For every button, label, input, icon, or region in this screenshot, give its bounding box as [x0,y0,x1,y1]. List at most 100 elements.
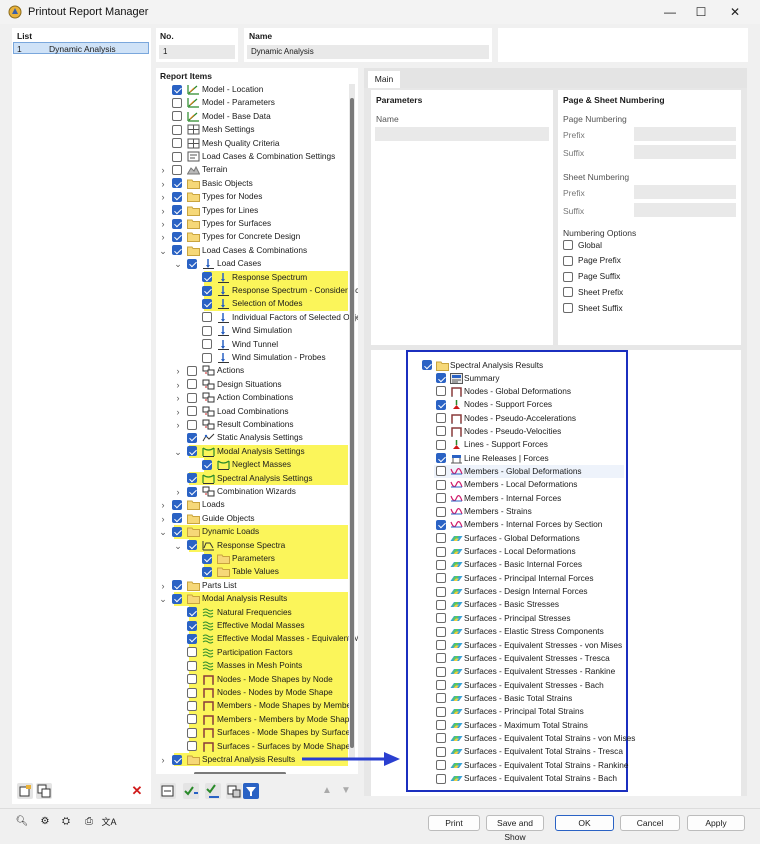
spectral-result-checkbox[interactable] [436,426,446,437]
tree-item-checkbox[interactable] [187,714,197,725]
tree-item-checkbox[interactable] [172,231,182,242]
tree-item-checkbox[interactable] [172,111,182,122]
spectral-result-checkbox[interactable] [436,399,446,410]
spectral-result-item[interactable]: Surfaces - Principal Internal Forces [408,572,623,585]
tree-item-checkbox[interactable] [202,298,212,309]
spectral-result-item[interactable]: Surfaces - Equivalent Stresses - von Mis… [408,639,623,652]
expand-chevron-icon[interactable]: › [173,380,183,390]
spectral-result-item[interactable]: Surfaces - Design Internal Forces [408,585,623,598]
tree-item[interactable]: › Load Combinations [156,405,348,418]
spectral-result-item[interactable]: Line Releases | Forces [408,452,623,465]
numbering-option-checkbox[interactable] [563,287,573,298]
spectral-result-checkbox[interactable] [436,666,446,677]
expand-chevron-icon[interactable]: › [158,500,168,510]
spectral-result-item[interactable]: Surfaces - Principal Total Strains [408,705,623,718]
tree-item[interactable]: Participation Factors [156,645,348,660]
tree-item[interactable]: Parameters [156,552,348,566]
print-setup-button[interactable]: ⎙ [81,814,97,830]
tree-item[interactable]: › Result Combinations [156,418,348,431]
spectral-result-checkbox[interactable] [436,573,446,584]
tree-item-checkbox[interactable] [172,84,182,95]
tree-item[interactable]: Wind Simulation - Probes [156,351,348,364]
no-field[interactable]: 1 [159,45,235,59]
tree-scrollbar-thumb[interactable] [350,98,354,748]
tree-item[interactable]: Nodes - Mode Shapes by Node [156,672,348,686]
spectral-result-checkbox[interactable] [436,373,446,383]
tree-item[interactable]: Response Spectrum - Consider Ac [156,284,358,298]
expand-chevron-icon[interactable]: › [173,487,183,497]
tree-item[interactable]: Selection of Modes [156,297,348,311]
tree-item[interactable]: ⌄ Load Cases & Combinations [156,244,348,257]
spectral-result-checkbox[interactable] [436,586,446,597]
tree-item[interactable]: › Guide Objects [156,512,348,525]
spectral-result-checkbox[interactable] [436,453,446,464]
spectral-result-checkbox[interactable] [436,546,446,557]
tree-item-checkbox[interactable] [187,406,197,417]
tree-item-checkbox[interactable] [202,285,212,296]
tree-item-checkbox[interactable] [172,593,182,604]
tree-item-checkbox[interactable] [172,164,182,175]
tree-item-checkbox[interactable] [187,379,197,390]
spectral-result-checkbox[interactable] [436,613,446,624]
tree-item-checkbox[interactable] [172,245,182,256]
numbering-option-checkbox[interactable] [563,303,573,314]
expand-chevron-icon[interactable]: › [158,192,168,202]
tree-item[interactable]: Load Cases & Combination Settings [156,150,348,163]
tree-item[interactable]: ⌄ Modal Analysis Results [156,592,348,606]
tree-item-checkbox[interactable] [202,272,212,283]
spectral-result-checkbox[interactable] [436,533,446,544]
tree-item-checkbox[interactable] [187,258,197,269]
tree-item[interactable]: Mesh Quality Criteria [156,137,348,150]
tree-item[interactable]: › Types for Surfaces [156,217,348,230]
spectral-result-checkbox[interactable] [436,706,446,717]
spectral-result-item[interactable]: Surfaces - Global Deformations [408,532,623,545]
collapse-chevron-icon[interactable]: ⌄ [173,259,183,269]
tree-item-checkbox[interactable] [202,325,212,336]
spectral-result-checkbox[interactable] [436,773,446,784]
tree-item-checkbox[interactable] [202,566,212,577]
spectral-result-item[interactable]: Surfaces - Local Deformations [408,545,623,558]
move-up-button[interactable]: ▲ [319,783,335,799]
collapse-chevron-icon[interactable]: ⌄ [173,541,183,551]
spectral-result-item[interactable]: Surfaces - Principal Stresses [408,612,623,625]
spectral-result-checkbox[interactable] [436,680,446,691]
tree-item[interactable]: ⌄ Dynamic Loads [156,525,348,539]
tree-item[interactable]: Model - Base Data [156,110,348,123]
translate-button[interactable]: 文A [101,814,117,830]
numbering-option-checkbox[interactable] [563,271,573,282]
collapse-chevron-icon[interactable]: ⌄ [158,527,168,537]
spectral-result-checkbox[interactable] [436,479,446,490]
expand-chevron-icon[interactable]: › [158,581,168,591]
spectral-result-checkbox[interactable] [436,439,446,450]
tree-item-checkbox[interactable] [172,580,182,591]
spectral-result-item[interactable]: Surfaces - Elastic Stress Components [408,625,623,638]
tree-item-checkbox[interactable] [172,138,182,149]
check-selected-button[interactable] [205,783,221,799]
tree-item[interactable]: › Basic Objects [156,177,348,190]
spectral-result-item[interactable]: Surfaces - Basic Total Strains [408,692,623,705]
tree-item-checkbox[interactable] [187,660,197,671]
tree-item[interactable]: Effective Modal Masses [156,619,348,633]
spectral-result-checkbox[interactable] [436,386,446,397]
spectral-result-item[interactable]: Members - Strains [408,505,623,518]
spectral-result-checkbox[interactable] [436,746,446,757]
spectral-results-checkbox[interactable] [422,360,432,370]
new-list-button[interactable] [17,783,33,799]
close-window-button[interactable]: ✕ [721,2,749,22]
spectral-result-item[interactable]: Nodes - Pseudo-Accelerations [408,412,623,425]
numbering-option-checkbox[interactable] [563,240,573,250]
tree-item[interactable]: › Action Combinations [156,391,348,404]
tree-item-checkbox[interactable] [187,674,197,685]
tree-item[interactable]: Mesh Settings [156,123,348,136]
ok-button[interactable]: OK [555,815,614,831]
tree-item-checkbox[interactable] [187,700,197,711]
tree-item-checkbox[interactable] [172,124,182,135]
help-button[interactable]: 🔍︎ [14,814,30,830]
tree-item-checkbox[interactable] [187,392,197,403]
expand-chevron-icon[interactable]: › [158,165,168,175]
save-and-show-button[interactable]: Save and Show [486,815,544,842]
units-button[interactable]: ⚙︎ [37,814,53,830]
spectral-result-item[interactable]: Members - Global Deformations [434,464,624,478]
spectral-result-item[interactable]: Surfaces - Equivalent Stresses - Rankine [408,665,623,678]
tree-item[interactable]: Spectral Analysis Settings [156,471,348,485]
